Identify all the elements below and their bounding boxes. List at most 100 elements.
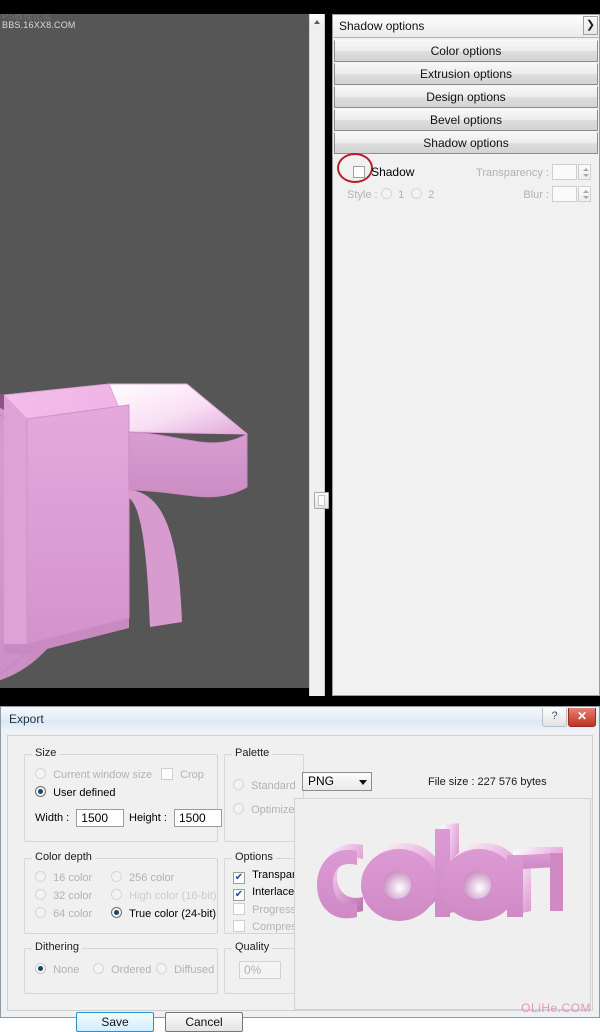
user-defined-radio[interactable]: User defined [35,786,115,799]
color-depth-64[interactable]: 64 color [35,907,92,920]
color-depth-16[interactable]: 16 color [35,871,92,884]
format-select-value: PNG [308,774,334,788]
close-icon[interactable]: ✕ [568,708,596,727]
export-title-bar[interactable]: Export ? ✕ [1,707,599,732]
radio-circle-icon [111,889,122,900]
width-label: Width : [35,812,69,824]
option-interlace[interactable]: Interlace [233,886,294,901]
dithering-group-caption: Dithering [32,941,82,953]
shadow-checkbox[interactable]: Shadow [353,165,414,179]
extrusion-options-button[interactable]: Extrusion options [334,63,598,85]
width-field-row: Width : 1500 [35,809,124,827]
panel-title-bar: Shadow options ❯ [333,15,599,38]
dithering-none[interactable]: None [35,963,79,976]
save-button[interactable]: Save [76,1012,154,1032]
scroll-up-button[interactable] [310,14,324,30]
cancel-button[interactable]: Cancel [165,1012,243,1032]
color-depth-high[interactable]: High color (16-bit) [111,889,216,902]
crop-checkbox[interactable]: Crop [161,768,204,781]
shadow-style-row: Style : 1 2 Blur : [341,183,591,205]
radio-circle-icon [35,871,46,882]
watermark-top: PS教程论坛 BBS.16XX8.COM [2,14,76,30]
radio-circle-icon [381,188,392,199]
bevel-options-button[interactable]: Bevel options [334,109,598,131]
dithering-diffused-label: Diffused [174,964,214,976]
chevron-right-icon[interactable]: ❯ [583,16,598,35]
palette-standard-label: Standard [251,780,296,792]
radio-circle-icon [93,963,104,974]
options-group-caption: Options [232,851,276,863]
window-bottom-strip [0,696,600,706]
application-window: PS教程论坛 BBS.16XX8.COM [0,0,600,696]
color-depth-64-label: 64 color [53,908,92,920]
color-depth-high-label: High color (16-bit) [129,890,216,902]
watermark-top-cn: PS教程论坛 [2,14,76,20]
transparency-label: Transparency : [476,167,549,179]
color-depth-32[interactable]: 32 color [35,889,92,902]
height-field-row: Height : 1500 [129,809,222,827]
palette-standard[interactable]: Standard [233,779,296,792]
style-radio-1-label: 1 [398,189,404,201]
export-dialog-body: Size Current window size Crop User defin… [7,735,593,1011]
shadow-options-button[interactable]: Shadow options [334,132,598,154]
3d-canvas-viewport[interactable]: PS教程论坛 BBS.16XX8.COM [0,14,309,696]
radio-circle-icon [111,871,122,882]
size-group: Size Current window size Crop User defin… [24,754,218,842]
width-input[interactable]: 1500 [76,809,124,827]
radio-circle-icon [35,768,46,779]
checkbox-box-icon [233,903,245,915]
triangle-up-icon [314,20,320,24]
height-input[interactable]: 1500 [174,809,222,827]
spinner-arrows-icon[interactable] [578,164,591,180]
shadow-enable-row: Shadow Transparency : [341,161,591,183]
radio-circle-icon [233,803,244,814]
transparency-spinner[interactable] [552,164,591,180]
preview-letter-r [507,847,563,917]
color-options-button[interactable]: Color options [334,40,598,62]
transparency-input[interactable] [552,164,577,180]
blur-spinner[interactable] [552,186,591,202]
preview-letter-c [317,844,363,919]
current-window-size-label: Current window size [53,769,152,781]
blur-input[interactable] [552,186,577,202]
panel-title-label: Shadow options [339,19,424,33]
color-depth-256-label: 256 color [129,872,174,884]
user-defined-label: User defined [53,787,115,799]
radio-circle-icon [35,907,46,918]
color-depth-true[interactable]: True color (24-bit) [111,907,216,920]
style-radio-2-label: 2 [428,189,434,201]
radio-circle-icon [35,963,46,974]
canvas-bottom-edge [0,688,309,696]
checkbox-box-icon [233,872,245,884]
splitter-grip-icon [318,495,325,506]
color-depth-256[interactable]: 256 color [111,871,174,884]
radio-circle-icon [35,889,46,900]
shadow-checkbox-label: Shadow [371,165,414,179]
style-radio-1[interactable]: 1 [381,188,404,201]
canvas-vertical-scrollbar[interactable] [309,14,325,696]
dithering-ordered[interactable]: Ordered [93,963,151,976]
palette-optimized[interactable]: Optimized [233,803,301,816]
size-group-caption: Size [32,747,59,759]
export-preview [294,798,591,1010]
color-depth-32-label: 32 color [53,890,92,902]
radio-circle-icon [411,188,422,199]
palette-group: Palette Standard Optimized [224,754,304,842]
panel-splitter-handle[interactable] [314,492,329,509]
current-window-size-radio[interactable]: Current window size [35,768,152,781]
help-button[interactable]: ? [542,708,567,727]
checkbox-box-icon [161,768,173,780]
color-depth-16-label: 16 color [53,872,92,884]
option-compress[interactable]: Compress [233,920,302,933]
style-radio-2[interactable]: 2 [411,188,434,201]
spinner-arrows-icon[interactable] [578,186,591,202]
checkbox-box-icon [233,889,245,901]
dithering-diffused[interactable]: Diffused [156,963,214,976]
scrollbar-track[interactable] [310,29,324,696]
quality-group: Quality 0% [224,948,304,994]
design-options-button[interactable]: Design options [334,86,598,108]
format-select[interactable]: PNG [302,772,372,791]
option-interlace-label: Interlace [252,886,294,898]
quality-input[interactable]: 0% [239,961,281,979]
3d-letters-artwork [0,372,309,696]
